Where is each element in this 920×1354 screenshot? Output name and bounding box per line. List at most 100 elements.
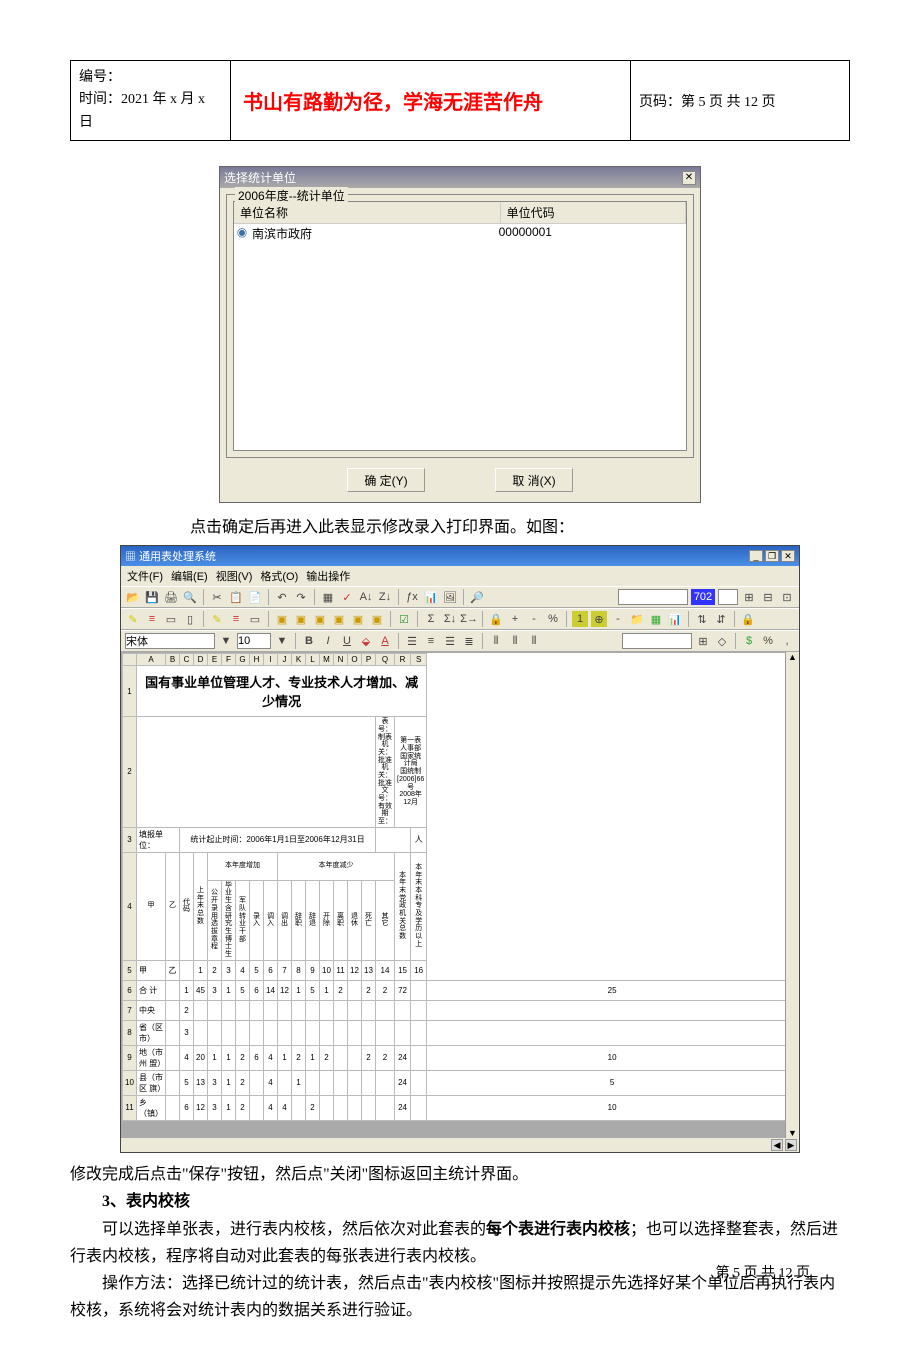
tab-icon[interactable]: ▣ [350,611,366,627]
col-header[interactable]: H [250,654,264,666]
btn-icon[interactable]: - [610,611,626,627]
col-header[interactable]: B [166,654,180,666]
table-row[interactable]: 7中央2 [123,1000,798,1020]
tool-icon[interactable]: ✎ [209,611,225,627]
btn-icon[interactable]: 1 [572,611,588,627]
fx-icon[interactable]: ƒx [404,589,420,605]
sort-icon[interactable]: ✓ [339,589,355,605]
paste-icon[interactable]: 📄 [247,589,263,605]
comma-icon[interactable]: , [779,633,795,649]
col-header[interactable]: D [194,654,208,666]
dropdown-icon[interactable]: ▼ [274,633,290,649]
redo-icon[interactable]: ↷ [293,589,309,605]
italic-icon[interactable]: I [320,633,336,649]
size-select[interactable] [237,633,271,649]
tool-icon[interactable]: ▭ [163,611,179,627]
sort-icon[interactable]: ⇵ [713,611,729,627]
table-row[interactable]: 9地（市 州 盟）420112641212222410 [123,1045,798,1070]
row-header[interactable]: 7 [123,1000,137,1020]
style-combo[interactable] [622,633,692,649]
col-header[interactable]: R [395,654,411,666]
eraser-icon[interactable]: ◇ [714,633,730,649]
lock-icon[interactable]: 🔒 [740,611,756,627]
unit-list[interactable]: 单位名称 单位代码 ◉ 南滨市政府 00000001 [233,201,687,451]
toggle-icon[interactable]: 702 [691,589,715,605]
scroll-left-icon[interactable]: ◀ [771,1139,783,1151]
image-icon[interactable]: 🖼 [442,589,458,605]
dropdown-icon[interactable]: ▼ [218,633,234,649]
copy-icon[interactable]: 📋 [228,589,244,605]
grid-icon[interactable]: ▦ [320,589,336,605]
zoom-combo[interactable] [618,589,688,605]
zoom-dd[interactable] [718,589,738,605]
tab-icon[interactable]: ▣ [274,611,290,627]
bold-icon[interactable]: B [301,633,317,649]
percent-icon[interactable]: % [760,633,776,649]
scroll-down-icon[interactable]: ▼ [786,1128,799,1138]
col-header[interactable]: I [264,654,278,666]
align-center-icon[interactable]: ≡ [423,633,439,649]
font-select[interactable] [125,633,215,649]
sort-desc-icon[interactable]: Z↓ [377,589,393,605]
cut-icon[interactable]: ✂ [209,589,225,605]
table-row[interactable]: 11乡（镇）6123124422410 [123,1095,798,1120]
close-icon[interactable]: ✕ [682,171,696,185]
tab-icon[interactable]: ▣ [293,611,309,627]
underline-icon[interactable]: U [339,633,355,649]
col-code[interactable]: 单位代码 [501,202,686,223]
border-icon[interactable]: ⊞ [695,633,711,649]
sigma-icon[interactable]: Σ [423,611,439,627]
undo-icon[interactable]: ↶ [274,589,290,605]
btn-icon[interactable]: ⊕ [591,611,607,627]
table-row[interactable]: 5甲乙12345678910111213141516 [123,960,798,980]
col-header[interactable]: O [348,654,362,666]
row-header[interactable]: 8 [123,1020,137,1045]
chart-icon[interactable]: 📊 [423,589,439,605]
close-icon[interactable]: ✕ [781,550,795,562]
split-icon[interactable]: ⊡ [779,589,795,605]
tool-icon[interactable]: + [507,611,523,627]
col-header[interactable]: N [334,654,348,666]
menu-edit[interactable]: 编辑(E) [171,568,208,584]
row-header[interactable]: 11 [123,1095,137,1120]
row-header[interactable]: 2 [123,717,137,828]
lock-icon[interactable]: 🔒 [488,611,504,627]
tool-icon[interactable]: ✎ [125,611,141,627]
menu-view[interactable]: 视图(V) [216,568,253,584]
col-header[interactable]: S [411,654,427,666]
scroll-right-icon[interactable]: ▶ [785,1139,797,1151]
col-header[interactable]: Q [376,654,395,666]
tool-icon[interactable]: % [545,611,561,627]
row-header[interactable]: 10 [123,1070,137,1095]
sort-icon[interactable]: ⇅ [694,611,710,627]
row-header[interactable]: 1 [123,666,137,717]
restore-icon[interactable]: ❐ [765,550,779,562]
menu-file[interactable]: 文件(F) [127,568,163,584]
tab-icon[interactable]: ▣ [331,611,347,627]
merge-icon[interactable]: ⊟ [760,589,776,605]
col-header[interactable]: L [306,654,320,666]
ok-button[interactable]: 确 定(Y) [347,468,425,492]
col-name[interactable]: 单位名称 [234,202,501,223]
spreadsheet-grid[interactable]: A B C D E F G H I J K L M N O [122,653,798,1121]
tool-icon[interactable]: ≡ [144,611,160,627]
menu-format[interactable]: 格式(O) [260,568,298,584]
row-header[interactable]: 6 [123,980,137,1000]
table-row[interactable]: 8省（区 市）3 [123,1020,798,1045]
scroll-up-icon[interactable]: ▲ [786,652,799,662]
valign-icon[interactable]: ⫴ [526,633,542,649]
folder-icon[interactable]: 📁 [629,611,645,627]
font-color-icon[interactable]: A [377,633,393,649]
tool-icon[interactable]: - [526,611,542,627]
corner-cell[interactable] [123,654,137,666]
col-header[interactable]: M [320,654,334,666]
row-header[interactable]: 4 [123,852,137,960]
row-header[interactable]: 5 [123,960,137,980]
table-row[interactable]: 10县（市 区 旗）51331241245 [123,1070,798,1095]
list-item[interactable]: ◉ 南滨市政府 00000001 [234,224,686,243]
print-icon[interactable]: 🖨 [163,589,179,605]
sort-asc-icon[interactable]: A↓ [358,589,374,605]
tab-icon[interactable]: ▣ [369,611,385,627]
sigma-icon[interactable]: Σ↓ [442,611,458,627]
border-icon[interactable]: ⊞ [741,589,757,605]
